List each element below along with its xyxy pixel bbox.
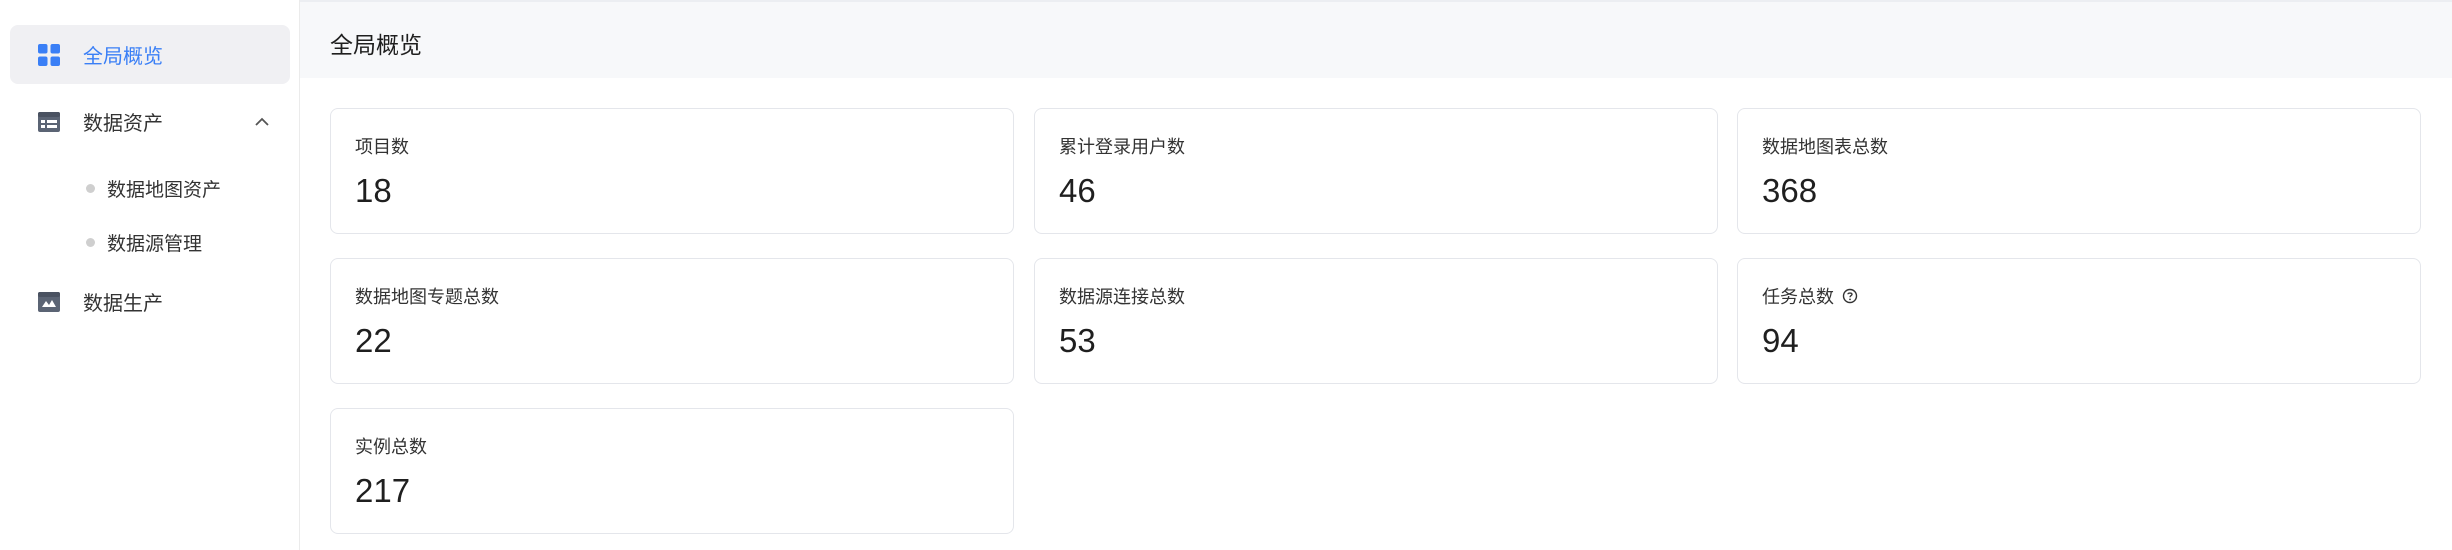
data-asset-icon: [36, 109, 62, 135]
sidebar-item-label: 全局概览: [83, 44, 163, 68]
data-production-icon: [36, 289, 62, 315]
bullet-dot-icon: [86, 183, 95, 193]
stat-card-login-users: 累计登录用户数 46: [1034, 108, 1718, 234]
sidebar-item-label: 数据资产: [83, 111, 163, 135]
stat-value: 53: [1059, 322, 1096, 359]
stat-label: 项目数: [355, 137, 409, 158]
stat-label: 数据源连接总数: [1059, 287, 1185, 308]
question-circle-icon[interactable]: [1842, 288, 1858, 304]
stat-card-map-topics: 数据地图专题总数 22: [330, 258, 1014, 384]
stat-card-instances: 实例总数 217: [330, 408, 1014, 534]
sidebar-subitem-label: 数据源管理: [107, 232, 203, 255]
stat-card-datasource-connections: 数据源连接总数 53: [1034, 258, 1718, 384]
stat-card-tasks: 任务总数 94: [1737, 258, 2421, 384]
stat-value: 368: [1762, 172, 1818, 209]
stat-label: 实例总数: [355, 437, 427, 458]
sidebar-subitem-data-map-assets[interactable]: 数据地图资产: [10, 163, 290, 213]
stat-value: 217: [355, 472, 411, 509]
page-title: 全局概览: [330, 33, 422, 59]
sidebar-item-data-assets[interactable]: 数据资产: [10, 92, 290, 151]
stat-value: 22: [355, 322, 392, 359]
sidebar-item-label: 数据生产: [83, 291, 163, 315]
stat-value: 18: [355, 172, 392, 209]
app-root: 全局概览 数据资产 数据地图资产 数据源管理 数据生产 全局概览 项目数 18 …: [0, 0, 2452, 550]
sidebar: 全局概览 数据资产 数据地图资产 数据源管理 数据生产: [0, 0, 300, 550]
chevron-up-icon[interactable]: [252, 112, 272, 132]
stat-label-row: 任务总数: [1762, 283, 1858, 309]
stat-label: 数据地图表总数: [1762, 137, 1888, 158]
page-header: 全局概览: [300, 0, 2452, 78]
stat-card-map-tables: 数据地图表总数 368: [1737, 108, 2421, 234]
main-content: 全局概览 项目数 18 累计登录用户数 46 数据地图表总数 368 数据地图专…: [300, 0, 2452, 550]
sidebar-subitem-datasource-management[interactable]: 数据源管理: [10, 217, 290, 267]
stat-card-projects: 项目数 18: [330, 108, 1014, 234]
stat-value: 94: [1762, 322, 1799, 359]
stat-label: 累计登录用户数: [1059, 137, 1185, 158]
sidebar-subitem-label: 数据地图资产: [107, 178, 222, 201]
dashboard-grid-icon: [36, 42, 62, 68]
stat-value: 46: [1059, 172, 1096, 209]
bullet-dot-icon: [86, 237, 95, 247]
stat-label: 数据地图专题总数: [355, 287, 499, 308]
stat-label: 任务总数: [1762, 287, 1834, 308]
sidebar-item-data-production[interactable]: 数据生产: [10, 272, 290, 331]
sidebar-item-overview[interactable]: 全局概览: [10, 25, 290, 84]
